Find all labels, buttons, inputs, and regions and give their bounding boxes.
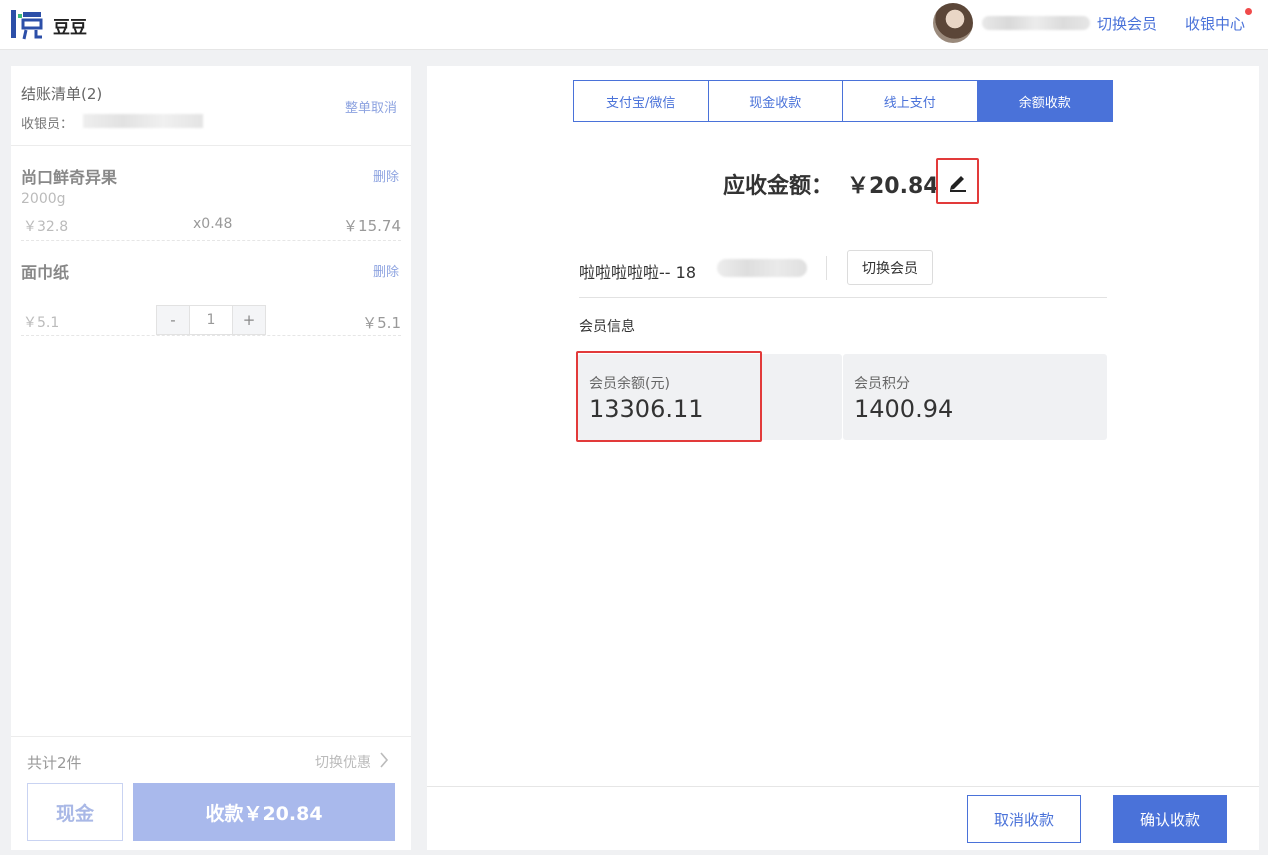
edit-amount-button[interactable] <box>936 158 979 204</box>
user-avatar[interactable] <box>933 3 973 43</box>
cancel-all-button[interactable]: 整单取消 <box>345 97 397 116</box>
cashier-label: 收银员： <box>21 117 74 132</box>
payment-panel: 支付宝/微信 现金收款 线上支付 余额收款 应收金额： ￥20.84 啦啦啦啦啦… <box>427 66 1259 850</box>
shop-name: 豆豆 <box>53 18 87 38</box>
member-points-card: 会员积分 1400.94 <box>843 354 1107 440</box>
collect-button[interactable]: 收款￥20.84 <box>133 783 395 841</box>
cancel-payment-button[interactable]: 取消收款 <box>967 795 1081 843</box>
divider <box>11 145 411 146</box>
delete-item-button[interactable]: 删除 <box>373 166 399 185</box>
top-bar: 豆豆 切换会员 收银中心 <box>0 0 1268 50</box>
item-spec: 2000g <box>21 191 66 207</box>
tab-cash[interactable]: 现金收款 <box>709 81 843 121</box>
cash-button[interactable]: 现金 <box>27 783 123 841</box>
amount-due-value: ￥20.84 <box>847 174 939 199</box>
item-total: ￥15.74 <box>343 217 401 235</box>
decrement-button[interactable]: - <box>157 306 189 334</box>
quantity-value[interactable]: 1 <box>189 306 233 334</box>
increment-button[interactable]: + <box>233 306 265 334</box>
checkout-list-title: 结账清单(2) <box>21 85 103 103</box>
member-points-value: 1400.94 <box>854 395 954 423</box>
vertical-separator <box>826 256 827 280</box>
item-unit-price: ￥5.1 <box>23 315 60 331</box>
quantity-stepper: - 1 + <box>156 305 266 335</box>
item-name: 面巾纸 <box>21 263 70 282</box>
footer-divider <box>11 736 411 737</box>
payment-footer: 取消收款 确认收款 <box>427 786 1259 850</box>
item-quantity: x0.48 <box>193 216 233 232</box>
item-unit-price: ￥32.8 <box>23 219 69 235</box>
app-logo <box>11 10 43 40</box>
confirm-payment-button[interactable]: 确认收款 <box>1113 795 1227 843</box>
pencil-icon <box>950 176 966 192</box>
switch-member-button[interactable]: 切换会员 <box>847 250 933 285</box>
item-divider <box>21 240 401 241</box>
amount-due-label: 应收金额： <box>723 174 834 199</box>
switch-member-link[interactable]: 切换会员 <box>1097 13 1157 34</box>
delete-item-button[interactable]: 删除 <box>373 261 399 280</box>
chevron-right-icon <box>380 752 389 768</box>
divider <box>579 297 1107 298</box>
payment-method-tabs: 支付宝/微信 现金收款 线上支付 余额收款 <box>573 80 1113 122</box>
member-phone-redacted <box>717 259 807 277</box>
cashier-center-link[interactable]: 收银中心 <box>1185 13 1245 34</box>
item-name: 尚口鲜奇异果 <box>21 168 118 187</box>
cashier-name-redacted <box>83 114 203 128</box>
item-divider <box>21 335 401 336</box>
checkout-list-panel: 结账清单(2) 收银员： 整单取消 尚口鲜奇异果 删除 2000g ￥32.8 … <box>11 66 411 850</box>
balance-highlight-box <box>576 351 762 442</box>
item-total: ￥5.1 <box>362 314 401 332</box>
switch-discount-link[interactable]: 切换优惠 <box>315 752 371 772</box>
notification-dot <box>1245 8 1252 15</box>
member-points-label: 会员积分 <box>854 376 910 392</box>
total-item-count: 共计2件 <box>27 754 82 772</box>
member-info-title: 会员信息 <box>579 319 635 335</box>
tab-balance-payment[interactable]: 余额收款 <box>977 81 1112 121</box>
username-redacted <box>982 16 1090 30</box>
member-name: 啦啦啦啦啦-- 18 <box>579 263 696 282</box>
tab-online-payment[interactable]: 线上支付 <box>843 81 978 121</box>
tab-alipay-wechat[interactable]: 支付宝/微信 <box>574 81 709 121</box>
